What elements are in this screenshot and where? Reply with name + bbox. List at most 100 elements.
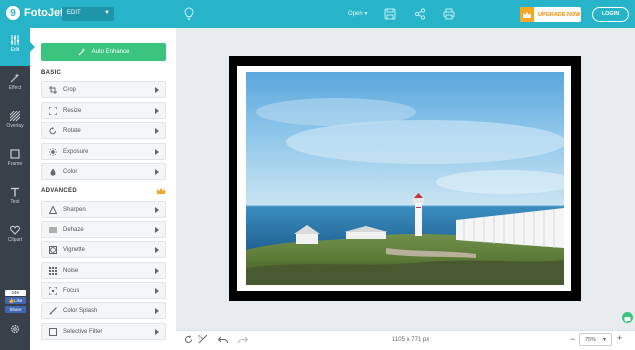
chevron-right-icon xyxy=(155,287,159,294)
compare-icon[interactable]: % xyxy=(198,334,208,344)
tool-label: Sharpen xyxy=(63,206,86,213)
facebook-like-widget: 24K 👍Like Share xyxy=(5,290,26,313)
rail-item-text[interactable]: Text xyxy=(0,180,30,218)
frame-icon xyxy=(10,149,20,159)
auto-enhance-button[interactable]: Auto Enhance xyxy=(41,43,166,61)
tool-color[interactable]: Color xyxy=(41,163,166,180)
redo-icon[interactable] xyxy=(238,336,248,344)
tool-selective-filter[interactable]: Selective Filter xyxy=(41,323,166,340)
open-menu[interactable]: Open ▾ xyxy=(348,10,367,17)
section-title-advanced: ADVANCED xyxy=(41,188,77,194)
rail-item-effect[interactable]: Effect xyxy=(0,66,30,104)
chevron-right-icon xyxy=(155,148,159,155)
panel-pointer xyxy=(30,42,35,52)
brush-icon xyxy=(48,306,58,316)
chevron-right-icon xyxy=(155,328,159,335)
rotate-icon xyxy=(48,126,58,136)
tool-noise[interactable]: Noise xyxy=(41,262,166,279)
tool-label: Vignette xyxy=(63,246,85,253)
tool-label: Crop xyxy=(63,86,77,93)
chevron-right-icon xyxy=(155,107,159,114)
chevron-down-icon: ▾ xyxy=(364,11,368,17)
focus-icon xyxy=(48,286,58,296)
undo-icon[interactable] xyxy=(218,336,228,344)
dehaze-icon xyxy=(48,225,58,235)
tool-label: Dehaze xyxy=(63,226,84,233)
login-button[interactable]: LOGIN xyxy=(592,7,629,22)
rail-item-label: Text xyxy=(10,199,20,205)
tool-label: Noise xyxy=(63,267,79,274)
chevron-right-icon xyxy=(155,127,159,134)
app-name: FotoJet xyxy=(24,7,64,19)
chevron-down-icon: ▼ xyxy=(602,337,607,343)
mode-select[interactable]: EDIT ▼ xyxy=(62,7,114,21)
auto-enhance-label: Auto Enhance xyxy=(91,49,130,55)
image-dimensions: 1105 x 771 px xyxy=(392,337,430,343)
tool-label: Selective Filter xyxy=(63,328,103,335)
photo[interactable] xyxy=(246,72,564,285)
crown-icon xyxy=(520,7,534,22)
tool-crop[interactable]: Crop xyxy=(41,81,166,98)
filter-icon xyxy=(48,327,58,337)
tool-label: Color xyxy=(63,168,78,175)
tool-focus[interactable]: Focus xyxy=(41,282,166,299)
chevron-down-icon: ▼ xyxy=(104,10,110,16)
magic-wand-icon xyxy=(78,48,86,56)
rail-item-label: Edit xyxy=(10,47,20,53)
tool-rotate[interactable]: Rotate xyxy=(41,122,166,139)
tool-sharpen[interactable]: Sharpen xyxy=(41,201,166,218)
rail-item-overlay[interactable]: Overlay xyxy=(0,104,30,142)
rail-item-label: Overlay xyxy=(6,123,24,129)
tool-resize[interactable]: Resize xyxy=(41,102,166,119)
like-count: 24K xyxy=(5,290,26,296)
share-icon[interactable] xyxy=(414,8,426,20)
rail-item-label: Clipart xyxy=(7,237,23,243)
print-icon[interactable] xyxy=(443,8,455,20)
mode-select-value: EDIT xyxy=(67,10,81,16)
crop-icon xyxy=(48,85,58,95)
tool-color-splash[interactable]: Color Splash xyxy=(41,302,166,319)
upgrade-button[interactable]: UPGRADE NOW xyxy=(520,7,581,22)
chevron-right-icon xyxy=(155,206,159,213)
rail-item-frame[interactable]: Frame xyxy=(0,142,30,180)
rail-item-clipart[interactable]: Clipart xyxy=(0,218,30,256)
tool-label: Resize xyxy=(63,107,82,114)
chevron-right-icon xyxy=(155,246,159,253)
overlay-icon xyxy=(10,111,20,121)
like-label: Like xyxy=(14,298,23,303)
zoom-out-button[interactable]: − xyxy=(570,334,575,344)
like-button[interactable]: 👍Like xyxy=(5,297,26,304)
zoom-value: 75% xyxy=(585,337,597,343)
tool-exposure[interactable]: Exposure xyxy=(41,143,166,160)
chevron-right-icon xyxy=(155,226,159,233)
rail-item-label: Frame xyxy=(7,161,23,167)
rail-item-label: Effect xyxy=(8,85,22,91)
tool-dehaze[interactable]: Dehaze xyxy=(41,221,166,238)
chevron-right-icon xyxy=(155,168,159,175)
open-menu-label: Open xyxy=(348,11,363,17)
tool-label: Rotate xyxy=(63,127,81,134)
lightbulb-icon[interactable] xyxy=(184,7,194,21)
save-icon[interactable] xyxy=(384,8,396,20)
chat-icon[interactable] xyxy=(622,312,633,323)
share-button[interactable]: Share xyxy=(5,306,26,313)
exposure-icon xyxy=(48,147,58,157)
magic-wand-icon xyxy=(10,73,20,83)
heart-icon xyxy=(10,225,20,235)
lighthouse-photo xyxy=(246,72,564,285)
zoom-select[interactable]: 75% ▼ xyxy=(579,333,612,346)
chevron-right-icon xyxy=(155,86,159,93)
reset-icon[interactable] xyxy=(184,335,193,344)
zoom-in-button[interactable]: + xyxy=(617,333,622,343)
gear-icon[interactable] xyxy=(10,324,20,334)
logo-mark: 9 xyxy=(6,6,20,20)
resize-icon xyxy=(48,106,58,116)
sliders-icon xyxy=(11,35,19,45)
sharpen-icon xyxy=(48,205,58,215)
tool-label: Focus xyxy=(63,287,80,294)
rail-item-edit[interactable]: Edit xyxy=(0,28,30,66)
tool-vignette[interactable]: Vignette xyxy=(41,241,166,258)
svg-text:%: % xyxy=(198,335,203,341)
logo[interactable]: 9 FotoJet xyxy=(6,6,64,20)
color-drop-icon xyxy=(48,167,58,177)
